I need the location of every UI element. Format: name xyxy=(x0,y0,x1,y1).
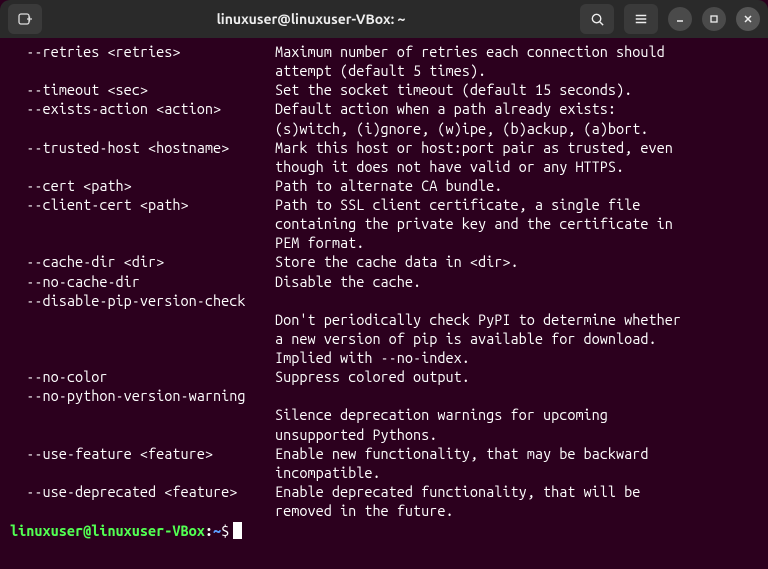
option-description: Store the cache data in <dir>. xyxy=(275,252,758,271)
option-flag: --exists-action <action> xyxy=(10,99,275,118)
option-flag: --trusted-host <hostname> xyxy=(10,138,275,157)
option-flag: --use-feature <feature> xyxy=(10,444,275,463)
maximize-icon xyxy=(708,13,720,25)
option-description: Don't periodically check PyPI to determi… xyxy=(275,291,758,368)
option-description: Silence deprecation warnings for upcomin… xyxy=(275,386,758,443)
option-description: Maximum number of retries each connectio… xyxy=(275,42,758,80)
menu-button[interactable] xyxy=(624,4,658,34)
option-row: --exists-action <action>Default action w… xyxy=(10,99,758,137)
option-row: --retries <retries>Maximum number of ret… xyxy=(10,42,758,80)
option-row: --trusted-host <hostname>Mark this host … xyxy=(10,138,758,176)
search-button[interactable] xyxy=(580,4,614,34)
cursor xyxy=(233,522,242,539)
options-list: --retries <retries>Maximum number of ret… xyxy=(10,42,758,520)
minimize-button[interactable] xyxy=(668,7,692,31)
option-flag: --retries <retries> xyxy=(10,42,275,61)
prompt-colon: : xyxy=(205,521,213,540)
terminal-window: linuxuser@linuxuser-VBox: ~ --retries <r… xyxy=(0,0,768,569)
option-row: --cache-dir <dir>Store the cache data in… xyxy=(10,252,758,271)
option-flag: --cert <path> xyxy=(10,176,275,195)
option-row: --use-deprecated <feature>Enable depreca… xyxy=(10,482,758,520)
prompt-user: linuxuser@linuxuser-VBox xyxy=(10,521,205,540)
hamburger-icon xyxy=(634,12,648,26)
option-description: Path to SSL client certificate, a single… xyxy=(275,195,758,252)
maximize-button[interactable] xyxy=(702,7,726,31)
option-flag: --no-color xyxy=(10,367,275,386)
option-row: --timeout <sec>Set the socket timeout (d… xyxy=(10,80,758,99)
option-row: --no-colorSuppress colored output. xyxy=(10,367,758,386)
option-description: Mark this host or host:port pair as trus… xyxy=(275,138,758,176)
option-flag: --cache-dir <dir> xyxy=(10,252,275,271)
option-description: Path to alternate CA bundle. xyxy=(275,176,758,195)
option-row: --cert <path>Path to alternate CA bundle… xyxy=(10,176,758,195)
new-tab-icon xyxy=(17,11,33,27)
terminal-content[interactable]: --retries <retries>Maximum number of ret… xyxy=(0,38,768,569)
option-row: --disable-pip-version-check Don't period… xyxy=(10,291,758,368)
option-row: --no-cache-dirDisable the cache. xyxy=(10,272,758,291)
option-row: --use-feature <feature>Enable new functi… xyxy=(10,444,758,482)
option-description: Enable deprecated functionality, that wi… xyxy=(275,482,758,520)
prompt-line: linuxuser@linuxuser-VBox:~$ xyxy=(10,521,758,540)
window-title: linuxuser@linuxuser-VBox: ~ xyxy=(50,11,572,27)
option-flag: --no-python-version-warning xyxy=(10,386,275,405)
option-description: Disable the cache. xyxy=(275,272,758,291)
minimize-icon xyxy=(674,13,686,25)
new-tab-button[interactable] xyxy=(8,4,42,34)
option-flag: --client-cert <path> xyxy=(10,195,275,214)
option-row: --client-cert <path>Path to SSL client c… xyxy=(10,195,758,252)
option-row: --no-python-version-warning Silence depr… xyxy=(10,386,758,443)
prompt-path: ~ xyxy=(213,521,221,540)
search-icon xyxy=(590,12,605,27)
option-description: Set the socket timeout (default 15 secon… xyxy=(275,80,758,99)
option-description: Enable new functionality, that may be ba… xyxy=(275,444,758,482)
prompt-dollar: $ xyxy=(221,521,229,540)
option-flag: --timeout <sec> xyxy=(10,80,275,99)
option-flag: --disable-pip-version-check xyxy=(10,291,275,310)
option-description: Suppress colored output. xyxy=(275,367,758,386)
titlebar: linuxuser@linuxuser-VBox: ~ xyxy=(0,0,768,38)
close-icon xyxy=(742,13,754,25)
option-flag: --no-cache-dir xyxy=(10,272,275,291)
close-button[interactable] xyxy=(736,7,760,31)
option-flag: --use-deprecated <feature> xyxy=(10,482,275,501)
option-description: Default action when a path already exist… xyxy=(275,99,758,137)
